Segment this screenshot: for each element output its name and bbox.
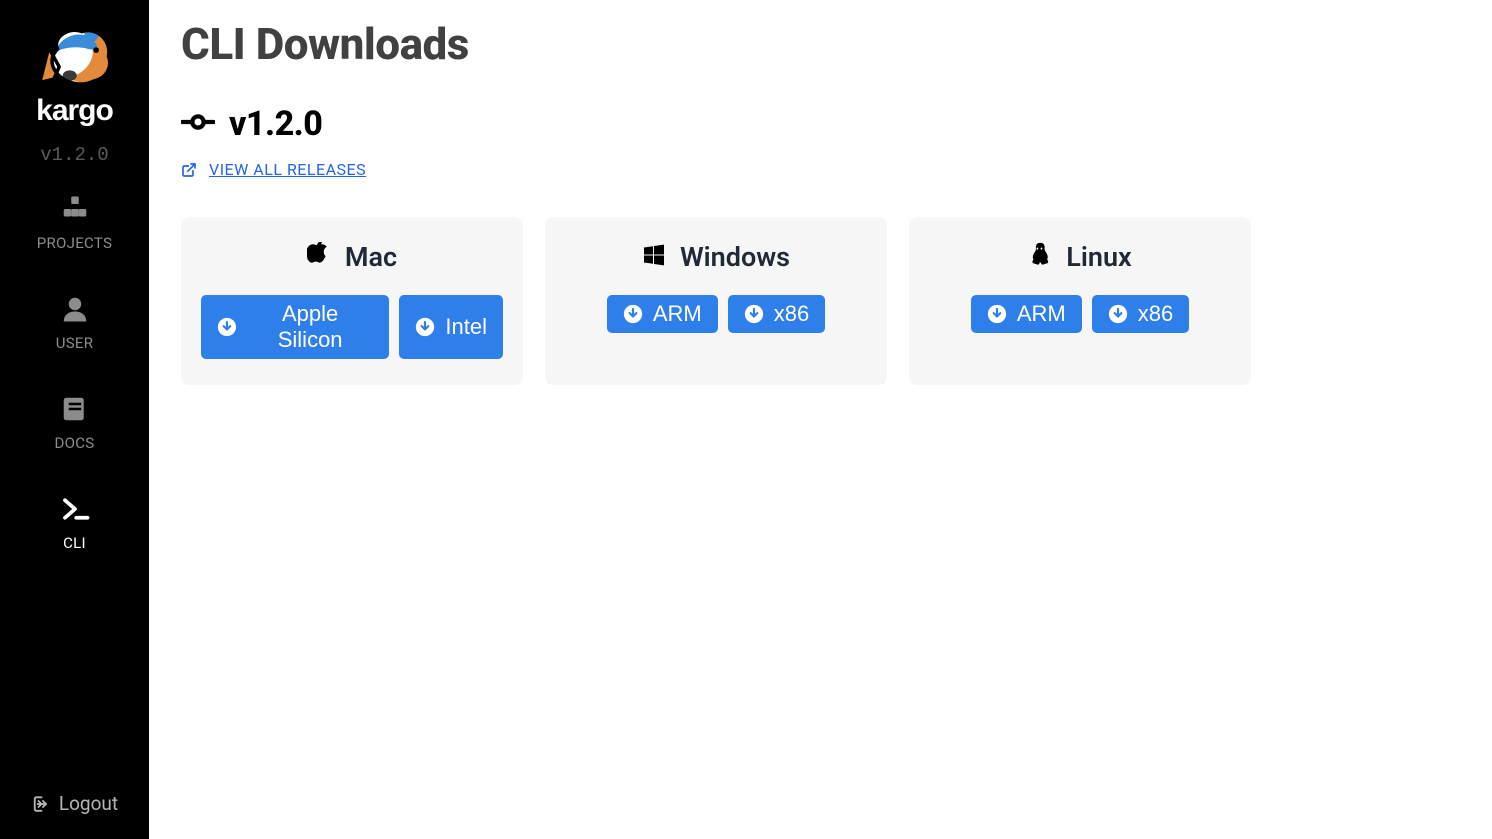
logout-button[interactable]: Logout <box>0 792 149 815</box>
kargo-mascot-icon <box>31 14 119 102</box>
apple-icon <box>307 242 331 272</box>
download-linux-arm[interactable]: ARM <box>971 295 1082 333</box>
download-mac-apple-silicon[interactable]: Apple Silicon <box>201 295 389 359</box>
brand-name: kargo <box>36 94 113 128</box>
download-circle-icon <box>217 317 237 337</box>
linux-icon <box>1028 242 1052 272</box>
download-card-mac: Mac Apple Silicon Intel <box>181 217 523 385</box>
logout-icon <box>31 795 49 813</box>
download-label: x86 <box>1138 301 1173 327</box>
book-icon <box>60 394 90 424</box>
sidebar-item-label: PROJECTS <box>37 234 113 252</box>
download-mac-intel[interactable]: Intel <box>399 295 503 359</box>
download-card-windows: Windows ARM x86 <box>545 217 887 385</box>
download-windows-x86[interactable]: x86 <box>728 295 825 333</box>
card-title: Windows <box>680 241 790 273</box>
sidebar-item-cli[interactable]: CLI <box>0 494 149 552</box>
sidebar: kargo v1.2.0 PROJECTS USER DOCS CLI Logo… <box>0 0 149 839</box>
card-title: Mac <box>345 241 397 273</box>
sidebar-item-label: CLI <box>63 534 86 552</box>
download-windows-arm[interactable]: ARM <box>607 295 718 333</box>
sidebar-version: v1.2.0 <box>40 144 108 166</box>
view-all-releases-label: VIEW ALL RELEASES <box>209 160 366 179</box>
download-card-linux: Linux ARM x86 <box>909 217 1251 385</box>
download-label: ARM <box>653 301 702 327</box>
sidebar-item-label: DOCS <box>54 434 94 452</box>
download-label: x86 <box>774 301 809 327</box>
download-circle-icon <box>1108 304 1128 324</box>
page-title: CLI Downloads <box>181 18 1460 70</box>
release-heading: v1.2.0 <box>181 104 1460 144</box>
boxes-icon <box>60 194 90 224</box>
download-circle-icon <box>987 304 1007 324</box>
card-title: Linux <box>1066 241 1131 273</box>
sidebar-item-docs[interactable]: DOCS <box>0 394 149 452</box>
view-all-releases-link[interactable]: VIEW ALL RELEASES <box>181 160 366 179</box>
external-link-icon <box>181 162 197 178</box>
main-content: CLI Downloads v1.2.0 VIEW ALL RELEASES M… <box>149 0 1492 839</box>
download-circle-icon <box>744 304 764 324</box>
download-label: Apple Silicon <box>247 301 374 353</box>
windows-icon <box>642 242 666 272</box>
brand-logo[interactable]: kargo <box>31 14 119 128</box>
user-icon <box>60 294 90 324</box>
download-label: ARM <box>1017 301 1066 327</box>
download-linux-x86[interactable]: x86 <box>1092 295 1189 333</box>
sidebar-item-label: USER <box>56 334 94 352</box>
logout-label: Logout <box>59 792 118 815</box>
download-label: Intel <box>445 314 487 340</box>
download-cards: Mac Apple Silicon Intel Windows <box>181 217 1460 385</box>
terminal-icon <box>60 494 90 524</box>
commit-icon <box>181 105 215 143</box>
sidebar-item-projects[interactable]: PROJECTS <box>0 194 149 252</box>
download-circle-icon <box>623 304 643 324</box>
download-circle-icon <box>415 317 435 337</box>
sidebar-item-user[interactable]: USER <box>0 294 149 352</box>
release-version: v1.2.0 <box>229 104 322 144</box>
